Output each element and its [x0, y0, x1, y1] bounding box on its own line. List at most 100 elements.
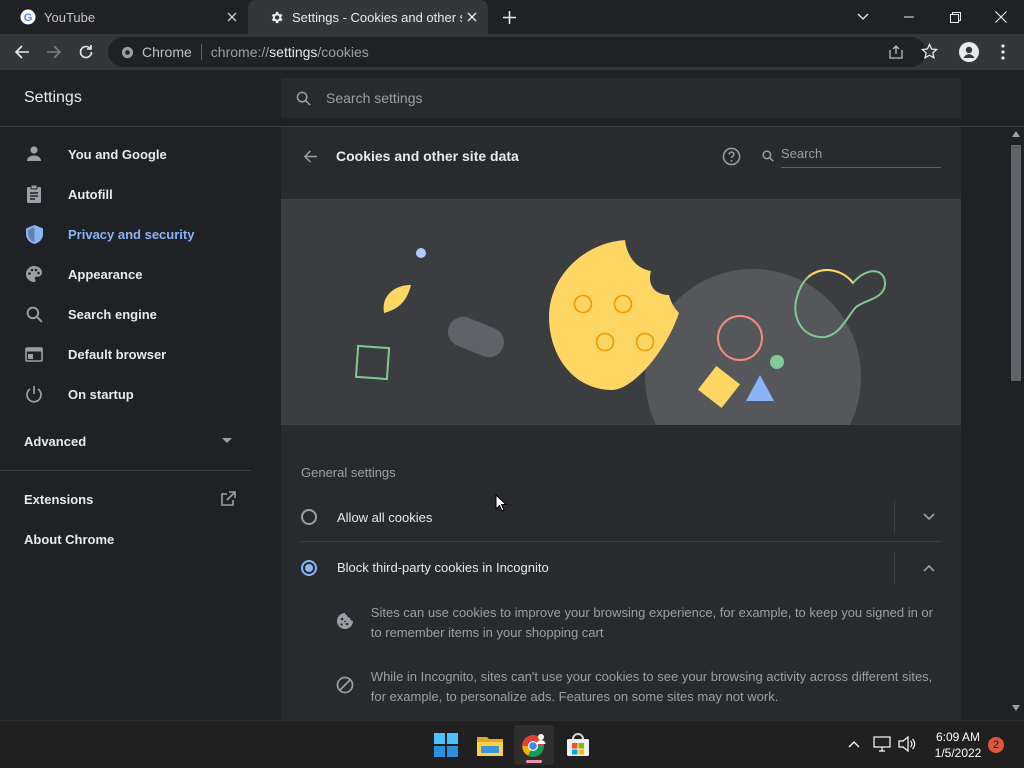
store-icon [567, 733, 589, 756]
sidebar-item-you-and-google[interactable]: You and Google [0, 134, 260, 174]
sidebar-item-search-engine[interactable]: Search engine [0, 294, 260, 334]
google-g-icon: G [20, 9, 36, 25]
search-icon [294, 89, 312, 107]
chevron-down-icon [923, 513, 935, 521]
chevron-down-icon [857, 13, 869, 20]
scroll-down-icon [1012, 705, 1020, 711]
start-button[interactable] [426, 725, 466, 765]
expand-allow-all-button[interactable] [921, 509, 937, 525]
minimize-button[interactable] [886, 0, 932, 34]
card-header: Cookies and other site data Search [281, 127, 961, 199]
settings-header: Settings Search settings [0, 70, 1024, 127]
option-divider [894, 551, 895, 584]
file-explorer-button[interactable] [470, 725, 510, 765]
cookies-search-placeholder: Search [781, 144, 941, 168]
forward-button[interactable] [39, 37, 69, 67]
cookie-icon [335, 611, 355, 631]
general-settings-heading: General settings [301, 465, 396, 480]
profile-button[interactable] [954, 37, 984, 67]
cookies-search-input[interactable]: Search [761, 144, 941, 168]
option-divider [894, 501, 895, 533]
close-window-button[interactable] [978, 0, 1024, 34]
clipboard-icon [24, 184, 44, 204]
person-icon [24, 144, 44, 164]
close-tab-icon[interactable] [222, 7, 242, 27]
volume-icon[interactable] [897, 733, 917, 755]
new-tab-button[interactable] [498, 6, 520, 28]
radio-allow-all-cookies[interactable] [301, 509, 317, 525]
chrome-site-icon[interactable] [120, 45, 134, 59]
open-in-new-icon [221, 491, 236, 506]
option-label: Allow all cookies [337, 509, 433, 525]
network-icon[interactable] [872, 733, 892, 755]
sidebar-item-label: On startup [68, 386, 134, 402]
clock-date: 1/5/2022 [934, 746, 982, 760]
option-label: Block third-party cookies in Incognito [337, 560, 549, 575]
option-allow-all-cookies[interactable]: Allow all cookies [301, 493, 941, 542]
notification-badge[interactable]: 2 [988, 737, 1004, 753]
power-icon [24, 384, 44, 404]
collapse-block-third-party-button[interactable] [921, 560, 937, 576]
sidebar-item-appearance[interactable]: Appearance [0, 254, 260, 294]
omnibox-divider [200, 44, 202, 60]
radio-block-third-party-incognito[interactable] [301, 559, 317, 576]
tab-search-button[interactable] [840, 0, 886, 34]
search-settings-input[interactable]: Search settings [281, 78, 961, 118]
scrollbar-thumb[interactable] [1011, 145, 1021, 381]
url-text: chrome://settings/cookies [210, 44, 369, 60]
sidebar-item-on-startup[interactable]: On startup [0, 374, 260, 414]
mouse-cursor-icon [495, 494, 507, 512]
chevron-up-icon [848, 741, 860, 748]
search-icon [761, 149, 775, 163]
arrow-left-icon [303, 149, 317, 163]
arrow-right-icon [47, 45, 62, 59]
tab-title: YouTube [44, 9, 96, 25]
back-arrow-button[interactable] [299, 145, 321, 167]
sidebar-item-extensions[interactable]: Extensions [24, 487, 236, 511]
address-bar[interactable]: Chrome chrome://settings/cookies [108, 37, 939, 67]
share-icon[interactable] [888, 44, 904, 65]
show-hidden-icons-button[interactable] [844, 733, 864, 755]
chevron-up-icon [923, 564, 935, 572]
microsoft-store-button[interactable] [558, 725, 598, 765]
tab-strip: G YouTube Settings - Cookies and other s… [0, 0, 1024, 34]
minimize-icon [904, 16, 914, 18]
taskbar-clock[interactable]: 6:09 AM 1/5/2022 [930, 729, 986, 761]
reload-button[interactable] [71, 37, 101, 67]
sidebar-advanced-toggle[interactable]: Advanced [24, 429, 232, 453]
tab-youtube[interactable]: G YouTube [0, 0, 248, 34]
page-title: Cookies and other site data [336, 148, 519, 164]
close-tab-icon[interactable] [462, 7, 482, 27]
scroll-up-icon [1012, 131, 1020, 137]
svg-text:G: G [24, 12, 33, 24]
browser-window-icon [24, 344, 44, 364]
page-scrollbar[interactable] [1008, 127, 1024, 720]
bookmark-star-icon[interactable] [920, 42, 939, 65]
sidebar-item-label: Extensions [24, 491, 94, 507]
back-button[interactable] [7, 37, 37, 67]
option-block-third-party-incognito[interactable]: Block third-party cookies in Incognito [301, 543, 941, 592]
sidebar-item-autofill[interactable]: Autofill [0, 174, 260, 214]
plus-icon [502, 10, 516, 24]
three-dots-icon [1001, 44, 1005, 60]
sidebar-item-label: Search engine [68, 306, 157, 322]
reload-icon [79, 45, 93, 59]
help-icon[interactable] [720, 145, 742, 167]
detail-cookies-improve: Sites can use cookies to improve your br… [335, 603, 935, 643]
windows-taskbar: 6:09 AM 1/5/2022 2 [0, 720, 1024, 768]
detail-text: While in Incognito, sites can't use your… [370, 669, 933, 704]
cookie-illustration-graphic [354, 240, 887, 485]
restore-button[interactable] [932, 0, 978, 34]
arrow-left-icon [14, 45, 29, 59]
sidebar-item-privacy-and-security[interactable]: Privacy and security [0, 214, 260, 254]
settings-title: Settings [24, 89, 82, 106]
chrome-taskbar-button[interactable] [514, 725, 554, 765]
cookies-settings-card: Cookies and other site data Search Gener… [281, 127, 961, 720]
menu-button[interactable] [988, 37, 1018, 67]
settings-sidebar: You and Google Autofill Privacy and secu… [0, 127, 260, 720]
sidebar-item-default-browser[interactable]: Default browser [0, 334, 260, 374]
folder-icon [477, 737, 503, 756]
sidebar-item-about-chrome[interactable]: About Chrome [24, 527, 114, 551]
tab-settings[interactable]: Settings - Cookies and other site data [248, 0, 488, 34]
detail-text: Sites can use cookies to improve your br… [370, 605, 933, 640]
